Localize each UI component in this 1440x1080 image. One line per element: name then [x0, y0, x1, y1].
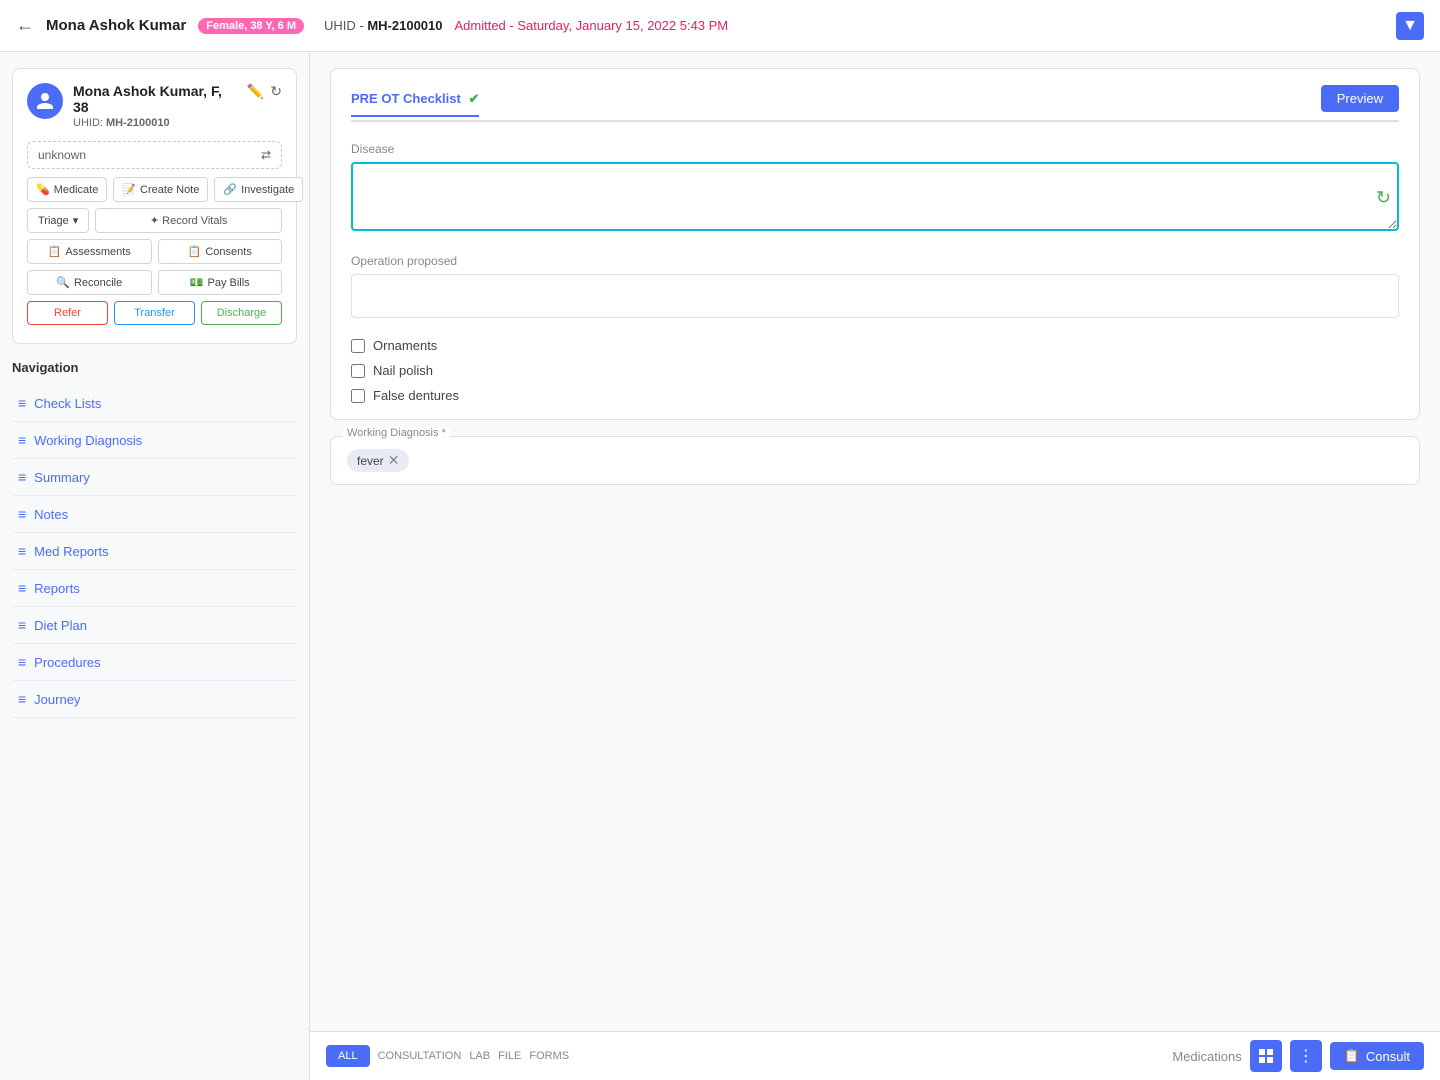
assessments-consents-row: 📋 Assessments 📋 Consents	[27, 239, 282, 264]
refer-transfer-discharge-row: Refer Transfer Discharge	[27, 301, 282, 325]
checkbox-group: Ornaments Nail polish False dentures	[351, 338, 1399, 403]
transfer-button[interactable]: Transfer	[114, 301, 195, 325]
nav-icon-procedures: ≡	[18, 654, 26, 670]
navigation-section: Navigation ≡ Check Lists ≡ Working Diagn…	[12, 360, 297, 718]
main-container: Mona Ashok Kumar, F, 38 UHID: MH-2100010…	[0, 52, 1440, 1080]
medications-label: Medications	[1172, 1049, 1241, 1064]
medicate-button[interactable]: 💊 Medicate	[27, 177, 107, 202]
consult-icon: 📋	[1344, 1048, 1360, 1064]
working-diagnosis-label: Working Diagnosis *	[343, 427, 450, 439]
left-sidebar: Mona Ashok Kumar, F, 38 UHID: MH-2100010…	[0, 52, 310, 1080]
discharge-button[interactable]: Discharge	[201, 301, 282, 325]
assessments-button[interactable]: 📋 Assessments	[27, 239, 152, 264]
nav-icon-working-diagnosis: ≡	[18, 432, 26, 448]
nav-icon-notes: ≡	[18, 506, 26, 522]
ornaments-checkbox[interactable]	[351, 339, 365, 353]
header-admitted-info: Admitted - Saturday, January 15, 2022 5:…	[454, 18, 728, 33]
sidebar-patient-name: Mona Ashok Kumar, F, 38	[73, 83, 237, 115]
reconcile-paybills-row: 🔍 Reconcile 💵 Pay Bills	[27, 270, 282, 295]
header-uhid: UHID - MH-2100010	[324, 18, 443, 33]
patient-card: Mona Ashok Kumar, F, 38 UHID: MH-2100010…	[12, 68, 297, 344]
nav-item-summary[interactable]: ≡ Summary	[12, 459, 297, 496]
nav-item-med-reports[interactable]: ≡ Med Reports	[12, 533, 297, 570]
disease-group: Disease ↻	[351, 142, 1399, 234]
nav-icon-summary: ≡	[18, 469, 26, 485]
refer-button[interactable]: Refer	[27, 301, 108, 325]
back-button[interactable]: ←	[16, 15, 34, 36]
nav-item-reports[interactable]: ≡ Reports	[12, 570, 297, 607]
patient-status: unknown ⇄	[27, 141, 282, 169]
disease-label: Disease	[351, 142, 1399, 156]
disease-input-wrapper: ↻	[351, 162, 1399, 234]
header-nav-button[interactable]: ▼	[1396, 12, 1424, 40]
working-diagnosis-remove-icon[interactable]: ✕	[388, 452, 400, 469]
file-tab[interactable]: FILE	[498, 1050, 521, 1062]
working-diagnosis-card: Working Diagnosis * fever ✕	[330, 436, 1420, 485]
reconcile-button[interactable]: 🔍 Reconcile	[27, 270, 152, 295]
forms-tab[interactable]: FORMS	[529, 1050, 569, 1062]
consultation-tab[interactable]: CONSULTATION	[378, 1050, 462, 1062]
nav-item-working-diagnosis[interactable]: ≡ Working Diagnosis	[12, 422, 297, 459]
consult-button[interactable]: 📋 Consult	[1330, 1042, 1424, 1070]
grid-view-button[interactable]	[1250, 1040, 1282, 1072]
actions-row-1: 💊 Medicate 📝 Create Note 🔗 Investigate	[27, 177, 282, 202]
tab-pre-ot-checklist[interactable]: PRE OT Checklist ✔	[351, 91, 479, 117]
bottom-bar: ALL CONSULTATION LAB FILE FORMS Medicati…	[310, 1031, 1440, 1080]
create-note-button[interactable]: 📝 Create Note	[113, 177, 208, 202]
disease-refresh-icon: ↻	[1376, 188, 1391, 209]
pay-bills-button[interactable]: 💵 Pay Bills	[158, 270, 283, 295]
nav-icon-journey: ≡	[18, 691, 26, 707]
triage-button[interactable]: Triage ▾	[27, 208, 89, 233]
avatar	[27, 83, 63, 119]
checklist-card: PRE OT Checklist ✔ Preview Disease ↻ Ope…	[330, 68, 1420, 420]
nail-polish-checkbox[interactable]	[351, 364, 365, 378]
lab-tab[interactable]: LAB	[469, 1050, 490, 1062]
nav-item-procedures[interactable]: ≡ Procedures	[12, 644, 297, 681]
nav-icon-reports: ≡	[18, 580, 26, 596]
patient-gender-age-badge: Female, 38 Y, 6 M	[198, 18, 304, 34]
nav-icon-checklists: ≡	[18, 395, 26, 411]
more-options-button[interactable]: ⋮	[1290, 1040, 1322, 1072]
consents-button[interactable]: 📋 Consents	[158, 239, 283, 264]
triage-vitals-row: Triage ▾ ✦ Record Vitals	[27, 208, 282, 233]
nav-item-notes[interactable]: ≡ Notes	[12, 496, 297, 533]
navigation-title: Navigation	[12, 360, 297, 375]
ornaments-checkbox-label[interactable]: Ornaments	[351, 338, 1399, 353]
working-diagnosis-tag: fever ✕	[347, 449, 409, 472]
operation-group: Operation proposed	[351, 254, 1399, 318]
false-dentures-checkbox[interactable]	[351, 389, 365, 403]
sidebar-uhid: UHID: MH-2100010	[73, 117, 237, 129]
nav-item-checklists[interactable]: ≡ Check Lists	[12, 385, 297, 422]
top-header: ← Mona Ashok Kumar Female, 38 Y, 6 M UHI…	[0, 0, 1440, 52]
all-tab-button[interactable]: ALL	[326, 1045, 370, 1067]
investigate-button[interactable]: 🔗 Investigate	[214, 177, 303, 202]
nav-item-diet-plan[interactable]: ≡ Diet Plan	[12, 607, 297, 644]
edit-patient-button[interactable]: ✏️	[247, 83, 264, 100]
operation-label: Operation proposed	[351, 254, 1399, 268]
nav-icon-med-reports: ≡	[18, 543, 26, 559]
nav-item-journey[interactable]: ≡ Journey	[12, 681, 297, 718]
refresh-button[interactable]: ↻	[270, 83, 282, 100]
right-content: PRE OT Checklist ✔ Preview Disease ↻ Ope…	[310, 52, 1440, 1080]
nail-polish-checkbox-label[interactable]: Nail polish	[351, 363, 1399, 378]
nav-icon-diet-plan: ≡	[18, 617, 26, 633]
tab-check-icon: ✔	[468, 91, 479, 106]
preview-button[interactable]: Preview	[1321, 85, 1399, 112]
header-patient-name: Mona Ashok Kumar	[46, 17, 186, 34]
record-vitals-button[interactable]: ✦ Record Vitals	[95, 208, 282, 233]
false-dentures-checkbox-label[interactable]: False dentures	[351, 388, 1399, 403]
operation-input[interactable]	[351, 274, 1399, 318]
disease-input[interactable]	[351, 162, 1399, 231]
tab-row: PRE OT Checklist ✔ Preview	[351, 85, 1399, 122]
